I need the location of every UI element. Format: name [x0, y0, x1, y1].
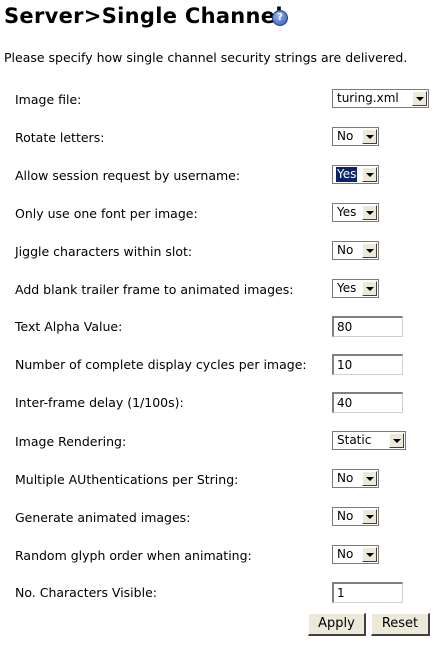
blank-trailer-frame-select[interactable]: Yes	[332, 279, 379, 298]
image-file-select[interactable]: turing.xml	[332, 89, 429, 108]
setting-row-generate-animated: Generate animated images: No	[0, 507, 447, 529]
jiggle-characters-select[interactable]: No	[332, 241, 379, 260]
select-value: Static	[337, 433, 372, 447]
setting-row-one-font-per-image: Only use one font per image: Yes	[0, 203, 447, 225]
chevron-down-icon[interactable]	[362, 471, 377, 486]
chevron-down-icon[interactable]	[362, 509, 377, 524]
setting-label: Inter-frame delay (1/100s):	[15, 395, 184, 410]
chevron-down-icon[interactable]	[362, 243, 377, 258]
allow-session-request-select[interactable]: Yes	[332, 165, 379, 184]
select-value: Yes	[337, 281, 357, 295]
select-value: Yes	[337, 205, 357, 219]
chevron-down-icon[interactable]	[362, 167, 377, 182]
setting-row-display-cycles: Number of complete display cycles per im…	[0, 354, 447, 376]
setting-label: No. Characters Visible:	[15, 585, 157, 600]
chevron-down-icon[interactable]	[362, 547, 377, 562]
select-value: Yes	[334, 166, 359, 183]
setting-label: Add blank trailer frame to animated imag…	[15, 282, 294, 297]
intro-text: Please specify how single channel securi…	[4, 50, 408, 65]
display-cycles-input[interactable]: 10	[332, 354, 403, 375]
setting-label: Rotate letters:	[15, 130, 105, 145]
select-value: No	[337, 471, 354, 485]
chevron-down-icon[interactable]	[362, 205, 377, 220]
chevron-down-icon[interactable]	[362, 281, 377, 296]
chevron-down-icon[interactable]	[412, 91, 427, 106]
setting-label: Image Rendering:	[15, 434, 127, 449]
select-value: turing.xml	[337, 91, 399, 105]
apply-button[interactable]: Apply	[308, 613, 366, 636]
inter-frame-delay-input[interactable]: 40	[332, 392, 403, 413]
setting-label: Generate animated images:	[15, 510, 191, 525]
setting-row-random-glyph-order: Random glyph order when animating: No	[0, 545, 447, 567]
setting-row-allow-session-request: Allow session request by username: Yes	[0, 165, 447, 187]
one-font-per-image-select[interactable]: Yes	[332, 203, 379, 222]
chevron-down-icon[interactable]	[389, 433, 404, 448]
select-value: No	[337, 243, 354, 257]
setting-row-jiggle-characters: Jiggle characters within slot: No	[0, 241, 447, 263]
chevron-down-icon[interactable]	[362, 129, 377, 144]
select-value: No	[337, 547, 354, 561]
setting-row-multiple-authentications: Multiple AUthentications per String: No	[0, 469, 447, 491]
setting-row-image-rendering: Image Rendering: Static	[0, 431, 447, 453]
generate-animated-select[interactable]: No	[332, 507, 379, 526]
reset-button[interactable]: Reset	[371, 613, 430, 636]
setting-label: Image file:	[15, 92, 82, 107]
setting-row-blank-trailer-frame: Add blank trailer frame to animated imag…	[0, 279, 447, 301]
setting-row-image-file: Image file: turing.xml	[0, 89, 447, 111]
page-title: Server>Single Channel	[4, 4, 283, 28]
setting-row-text-alpha: Text Alpha Value: 80	[0, 316, 447, 338]
setting-label: Number of complete display cycles per im…	[15, 357, 307, 372]
select-value: No	[337, 129, 354, 143]
setting-row-characters-visible: No. Characters Visible: 1	[0, 582, 447, 604]
setting-label: Only use one font per image:	[15, 206, 198, 221]
help-icon[interactable]: ?	[272, 10, 288, 26]
image-rendering-select[interactable]: Static	[332, 431, 406, 450]
setting-row-rotate-letters: Rotate letters: No	[0, 127, 447, 149]
setting-row-inter-frame-delay: Inter-frame delay (1/100s): 40	[0, 392, 447, 414]
text-alpha-input[interactable]: 80	[332, 316, 403, 337]
setting-label: Random glyph order when animating:	[15, 548, 252, 563]
rotate-letters-select[interactable]: No	[332, 127, 379, 146]
multiple-authentications-select[interactable]: No	[332, 469, 379, 488]
select-value: No	[337, 509, 354, 523]
random-glyph-order-select[interactable]: No	[332, 545, 379, 564]
setting-label: Multiple AUthentications per String:	[15, 472, 239, 487]
setting-label: Jiggle characters within slot:	[15, 244, 193, 259]
characters-visible-input[interactable]: 1	[332, 582, 403, 603]
setting-label: Text Alpha Value:	[15, 319, 123, 334]
setting-label: Allow session request by username:	[15, 168, 241, 183]
